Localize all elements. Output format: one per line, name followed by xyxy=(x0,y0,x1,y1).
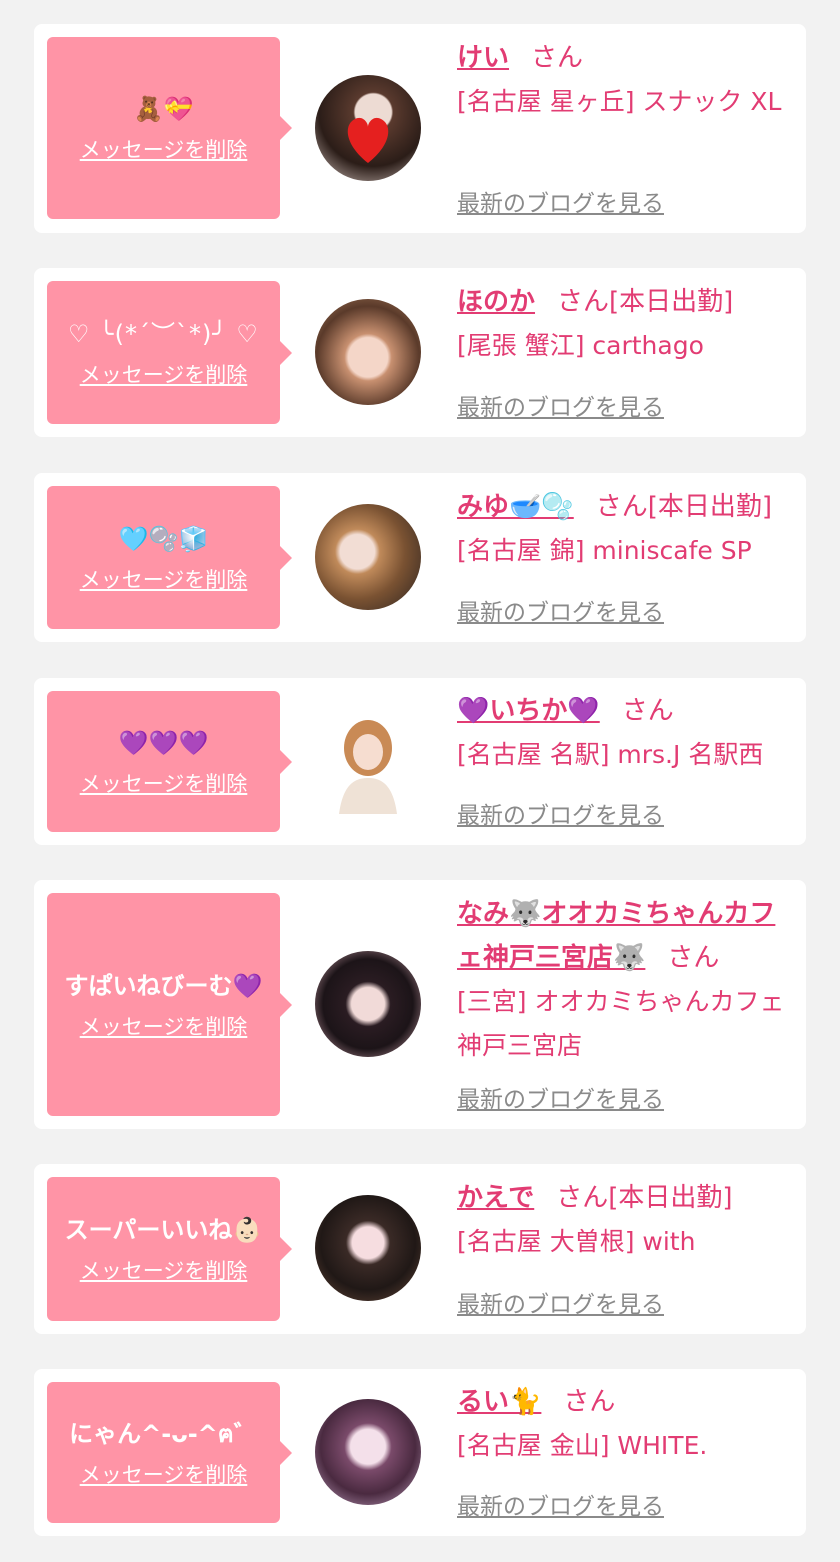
shop-text: [名古屋 名駅] mrs.J 名駅西 xyxy=(457,740,764,769)
message-bubble: ♡ ╰(*´︶`*)╯ ♡ メッセージを削除 xyxy=(47,281,292,424)
message-text: 💜💜💜 xyxy=(118,728,209,757)
latest-blog-link[interactable]: 最新のブログを見る xyxy=(457,1080,664,1114)
message-bubble: すぱいねびーむ💜 メッセージを削除 xyxy=(47,893,292,1116)
shop-text: [名古屋 星ヶ丘] スナック XL xyxy=(457,87,782,116)
list-item: ♡ ╰(*´︶`*)╯ ♡ メッセージを削除 ほのか さん[本日出勤] [尾張 蟹… xyxy=(34,268,806,437)
user-info: みゆ🥣🫧 さん[本日出勤] [名古屋 錦] miniscafe SP xyxy=(457,485,797,573)
user-name-link[interactable]: なみ🐺オオカミちゃんカフェ神戸三宮店🐺 xyxy=(457,899,775,973)
user-info: るい🐈 さん [名古屋 金山] WHITE. xyxy=(457,1380,797,1468)
user-info: 💜いちか💜 さん [名古屋 名駅] mrs.J 名駅西 xyxy=(457,689,797,777)
avatar[interactable] xyxy=(315,1399,421,1505)
list-item: 🧸💝 メッセージを削除 けい さん [名古屋 星ヶ丘] スナック XL 最新のブロ… xyxy=(34,24,806,233)
list-item: にゃん^-ᴗ-^ฅ゛ メッセージを削除 るい🐈 さん [名古屋 金山] WHITE… xyxy=(34,1369,806,1536)
list-item: スーパーいいね👶🏻 メッセージを削除 かえで さん[本日出勤] [名古屋 大曽根]… xyxy=(34,1164,806,1334)
message-bubble: 🩵🫧🧊 メッセージを削除 xyxy=(47,486,292,629)
message-text: ♡ ╰(*´︶`*)╯ ♡ xyxy=(68,319,259,348)
honorific: さん xyxy=(531,43,584,73)
delete-message-link[interactable]: メッセージを削除 xyxy=(80,768,248,798)
latest-blog-link[interactable]: 最新のブログを見る xyxy=(457,184,664,218)
latest-blog-link[interactable]: 最新のブログを見る xyxy=(457,388,664,422)
user-name-link[interactable]: るい🐈 xyxy=(457,1387,541,1417)
shop-text: [名古屋 金山] WHITE. xyxy=(457,1431,708,1460)
avatar[interactable] xyxy=(315,299,421,405)
user-name-link[interactable]: ほのか xyxy=(457,287,535,317)
shop-text: [名古屋 錦] miniscafe SP xyxy=(457,536,752,565)
portrait-image xyxy=(339,720,397,814)
latest-blog-link[interactable]: 最新のブログを見る xyxy=(457,1285,664,1319)
delete-message-link[interactable]: メッセージを削除 xyxy=(80,1011,248,1041)
list-item: 🩵🫧🧊 メッセージを削除 みゆ🥣🫧 さん[本日出勤] [名古屋 錦] minisc… xyxy=(34,473,806,642)
avatar[interactable] xyxy=(315,951,421,1057)
message-bubble: にゃん^-ᴗ-^ฅ゛ メッセージを削除 xyxy=(47,1382,292,1523)
delete-message-link[interactable]: メッセージを削除 xyxy=(80,134,248,164)
user-name-link[interactable]: かえで xyxy=(457,1183,534,1213)
message-text: スーパーいいね👶🏻 xyxy=(64,1216,263,1244)
list-item: すぱいねびーむ💜 メッセージを削除 なみ🐺オオカミちゃんカフェ神戸三宮店🐺 さん … xyxy=(34,880,806,1129)
user-info: かえで さん[本日出勤] [名古屋 大曽根] with xyxy=(457,1176,797,1264)
user-name-link[interactable]: 💜いちか💜 xyxy=(457,696,600,726)
latest-blog-link[interactable]: 最新のブログを見る xyxy=(457,1487,664,1521)
delete-message-link[interactable]: メッセージを削除 xyxy=(80,1459,248,1489)
status-badge: [本日出勤] xyxy=(608,1183,733,1213)
latest-blog-link[interactable]: 最新のブログを見る xyxy=(457,593,664,627)
user-info: なみ🐺オオカミちゃんカフェ神戸三宮店🐺 さん [三宮] オオカミちゃんカフェ神戸三… xyxy=(457,892,797,1068)
delete-message-link[interactable]: メッセージを削除 xyxy=(80,359,248,389)
user-name-link[interactable]: みゆ🥣🫧 xyxy=(457,492,574,522)
message-bubble: スーパーいいね👶🏻 メッセージを削除 xyxy=(47,1177,292,1321)
message-text: にゃん^-ᴗ-^ฅ゛ xyxy=(69,1419,258,1448)
heart-icon xyxy=(347,117,389,163)
shop-text: [三宮] オオカミちゃんカフェ神戸三宮店 xyxy=(457,987,785,1060)
shop-text: [名古屋 大曽根] with xyxy=(457,1227,696,1256)
avatar[interactable] xyxy=(315,1195,421,1301)
user-info: けい さん [名古屋 星ヶ丘] スナック XL xyxy=(457,36,797,124)
shop-text: [尾張 蟹江] carthago xyxy=(457,331,704,360)
message-text: 🧸💝 xyxy=(133,95,194,123)
honorific: さん xyxy=(557,287,610,317)
honorific: さん xyxy=(595,492,648,522)
latest-blog-link[interactable]: 最新のブログを見る xyxy=(457,796,664,830)
message-text: すぱいねびーむ💜 xyxy=(64,971,263,1000)
honorific: さん xyxy=(556,1183,609,1213)
user-name-link[interactable]: けい xyxy=(457,43,509,73)
status-badge: [本日出勤] xyxy=(609,287,734,317)
honorific: さん xyxy=(667,943,720,973)
avatar[interactable] xyxy=(315,504,421,610)
honorific: さん xyxy=(621,696,674,726)
message-bubble: 🧸💝 メッセージを削除 xyxy=(47,37,292,219)
user-info: ほのか さん[本日出勤] [尾張 蟹江] carthago xyxy=(457,280,797,368)
message-bubble: 💜💜💜 メッセージを削除 xyxy=(47,691,292,832)
message-list: 🧸💝 メッセージを削除 けい さん [名古屋 星ヶ丘] スナック XL 最新のブロ… xyxy=(0,0,840,1562)
honorific: さん xyxy=(563,1387,616,1417)
message-text: 🩵🫧🧊 xyxy=(118,524,209,553)
delete-message-link[interactable]: メッセージを削除 xyxy=(80,1255,248,1285)
status-badge: [本日出勤] xyxy=(647,492,773,522)
avatar[interactable] xyxy=(315,75,421,181)
list-item: 💜💜💜 メッセージを削除 💜いちか💜 さん [名古屋 名駅] mrs.J 名駅西 … xyxy=(34,678,806,845)
delete-message-link[interactable]: メッセージを削除 xyxy=(80,564,248,594)
avatar[interactable] xyxy=(315,708,421,814)
